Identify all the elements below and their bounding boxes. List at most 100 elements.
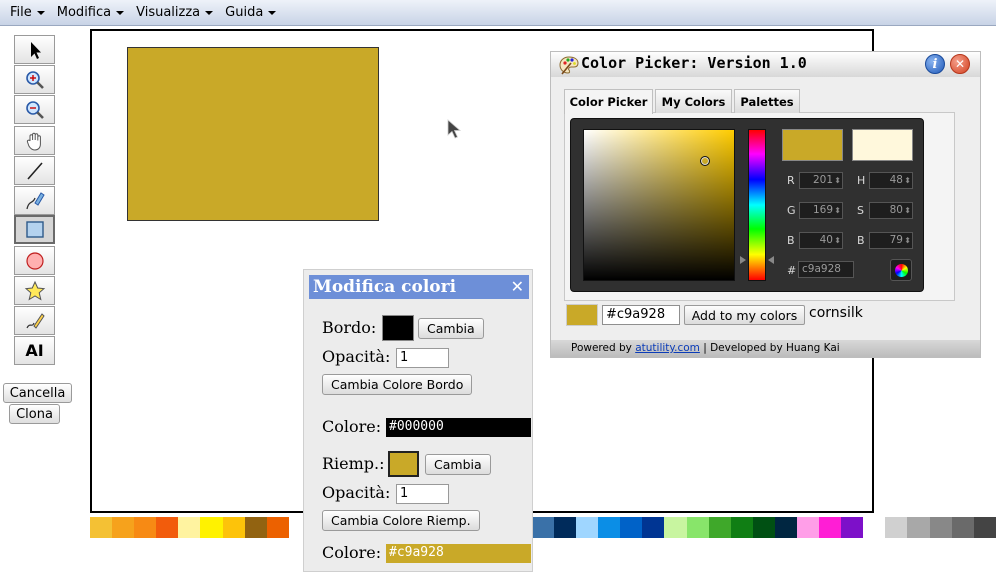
palette-swatch[interactable] [951,517,974,538]
fill-opacity-input[interactable]: 1 [396,484,449,504]
zoom-out-icon [25,100,44,119]
select-tool-button[interactable] [14,35,55,64]
color-wheel-icon[interactable] [890,259,912,281]
close-icon[interactable]: ✕ [950,54,970,74]
add-to-my-colors-button[interactable]: Add to my colors [684,305,805,325]
palette-swatch[interactable] [819,517,842,538]
palette-swatch[interactable] [222,517,245,538]
border-hex-field[interactable]: #000000 [386,418,531,437]
pen-icon [25,191,45,209]
rectangle-icon [25,220,44,238]
palette-swatch[interactable] [156,517,179,538]
change-fill-button[interactable]: Cambia [425,454,491,475]
palette-swatch[interactable] [134,517,157,538]
menu-guida[interactable]: Guida [219,0,282,26]
change-border-button[interactable]: Cambia [418,318,484,339]
palette-swatch[interactable] [686,517,709,538]
zoom-out-tool-button[interactable] [14,95,55,124]
border-opacity-input[interactable]: 1 [396,348,449,368]
palette-swatch[interactable] [929,517,952,538]
pan-tool-button[interactable] [14,126,55,155]
palette-swatch[interactable] [642,517,665,538]
palette-swatch[interactable] [90,517,113,538]
palette-swatch[interactable] [531,517,554,538]
change-border-color-button[interactable]: Cambia Colore Bordo [322,374,473,395]
h-input[interactable]: 48 [869,172,913,189]
s-label: S [857,204,864,217]
footer-link[interactable]: atutility.com [635,342,700,354]
palette-swatch[interactable] [112,517,135,538]
brightness-input[interactable]: 79 [869,232,913,249]
tab-palettes[interactable]: Palettes [734,89,800,113]
line-tool-button[interactable] [14,156,55,185]
menu-modifica[interactable]: Modifica [51,0,130,26]
tab-my-colors[interactable]: My Colors [655,89,732,113]
brightness-label: B [857,234,865,247]
palette-swatch[interactable] [708,517,731,538]
b-label: B [787,234,795,247]
palette-swatch[interactable] [730,517,753,538]
hand-icon [26,132,41,151]
fill-hex-field[interactable]: #c9a928 [386,544,531,563]
palette-swatch[interactable] [598,517,621,538]
g-input[interactable]: 169 [799,202,843,219]
footer-suffix: | Developed by Huang Kai [703,342,840,354]
zoom-in-tool-button[interactable] [14,65,55,94]
clone-button[interactable]: Clona [9,404,60,424]
info-icon[interactable]: i [925,54,945,74]
palette-swatch[interactable] [244,517,267,538]
star-icon [24,280,45,301]
color-palette [90,517,996,538]
ellipse-tool-button[interactable] [14,246,55,275]
h-label: H [857,174,866,187]
palette-swatch[interactable] [863,517,886,538]
palette-swatch[interactable] [841,517,864,538]
menu-file[interactable]: File [4,0,51,26]
old-color-preview[interactable] [852,129,913,161]
hex-value-field[interactable]: #c9a928 [602,305,680,325]
freehand-tool-button[interactable] [14,306,55,335]
palette-swatch[interactable] [576,517,599,538]
edit-colors-title: Modifica colori [313,277,457,297]
close-icon[interactable]: ✕ [511,275,524,299]
palette-swatch[interactable] [200,517,223,538]
zoom-in-icon [25,70,44,89]
change-fill-color-button[interactable]: Cambia Colore Riemp. [322,510,480,531]
palette-swatch[interactable] [774,517,797,538]
palette-swatch[interactable] [885,517,908,538]
b-input[interactable]: 40 [799,232,843,249]
palette-swatch[interactable] [752,517,775,538]
hue-slider-right-arrow[interactable] [768,256,774,264]
tab-color-picker[interactable]: Color Picker [564,89,653,114]
fill-color-swatch[interactable] [388,451,419,477]
palette-swatch[interactable] [266,517,289,538]
chevron-down-icon [116,10,125,15]
fill-opacity-label: Opacità: [322,483,391,502]
shape-tool-button[interactable] [14,276,55,305]
palette-swatch[interactable] [907,517,930,538]
hue-slider[interactable] [748,129,766,281]
border-color-swatch[interactable] [382,315,414,341]
rectangle-tool-button[interactable] [14,215,55,244]
palette-swatch[interactable] [664,517,687,538]
hue-slider-left-arrow[interactable] [740,256,746,264]
selected-color-swatch [566,304,598,326]
cancel-button[interactable]: Cancella [3,383,72,403]
palette-swatch[interactable] [797,517,820,538]
r-input[interactable]: 201 [799,172,843,189]
saturation-value-field[interactable] [583,129,735,281]
palette-swatch[interactable] [973,517,996,538]
hex-label: # [787,264,797,277]
color-picker-title-bar[interactable]: Color Picker: Version 1.0 i ✕ [551,52,980,77]
palette-swatch[interactable] [178,517,201,538]
rectangle-shape[interactable] [127,47,379,221]
menu-visualizza[interactable]: Visualizza [130,0,219,26]
palette-swatch[interactable] [553,517,577,538]
path-tool-button[interactable] [14,186,55,215]
fill-color-label: Colore: [322,543,382,562]
hex-input[interactable]: c9a928 [798,261,854,278]
palette-swatch[interactable] [620,517,643,538]
s-input[interactable]: 80 [869,202,913,219]
sv-cursor[interactable] [700,156,710,166]
text-tool-button[interactable]: AI [14,336,55,365]
